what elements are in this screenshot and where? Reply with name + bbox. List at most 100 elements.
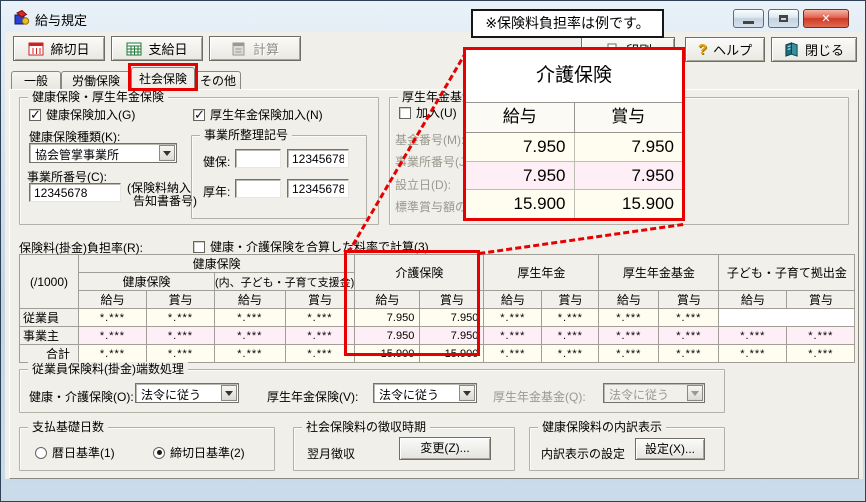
salary-header: 給与 <box>215 291 286 309</box>
kenpo-code-field[interactable] <box>235 149 281 168</box>
cell[interactable]: *.*** <box>79 309 147 327</box>
bonus-header: 賞与 <box>285 291 355 309</box>
calculate-button: 計算 <box>209 36 301 61</box>
cell[interactable]: 7.950 <box>355 309 420 327</box>
kenpo-number-field[interactable] <box>287 149 349 168</box>
cell[interactable]: *.*** <box>147 345 215 363</box>
cell[interactable]: *.*** <box>215 309 286 327</box>
cell[interactable]: *.*** <box>285 309 355 327</box>
insurance-type-select[interactable]: 協会管掌事業所 <box>29 143 177 163</box>
cell[interactable]: *.*** <box>79 327 147 345</box>
tab-other[interactable]: その他 <box>195 71 241 91</box>
cell[interactable]: *.*** <box>719 327 787 345</box>
breakdown-group-title: 健康保険料の内訳表示 <box>538 420 666 434</box>
fund-join-checkbox[interactable]: 加入(U) <box>399 104 457 121</box>
checkbox-box <box>399 107 411 119</box>
cutoff-date-button[interactable]: 締切日 <box>13 36 105 61</box>
cell[interactable]: *.*** <box>719 345 787 363</box>
cell[interactable]: *.*** <box>542 327 599 345</box>
zoom-table-title: 介護保険 <box>466 50 682 103</box>
zoom-cell: 7.950 <box>466 133 575 161</box>
close-button[interactable]: 閉じる <box>771 37 857 62</box>
radio-circle <box>153 447 165 459</box>
cell[interactable]: *.*** <box>484 309 542 327</box>
pension-join-checkbox[interactable]: 厚生年金保険加入(N) <box>193 106 323 123</box>
cell[interactable]: *.*** <box>79 345 147 363</box>
collection-value: 翌月徴収 <box>307 445 355 462</box>
kounen-code-field[interactable] <box>235 179 281 198</box>
rounding-health-select[interactable]: 法令に従う <box>135 383 239 403</box>
cell[interactable]: *.*** <box>215 327 286 345</box>
office-number-note-line1: (保険料納入 <box>127 181 191 195</box>
office-number-note: (保険料納入 告知書番号) <box>127 182 197 208</box>
rounding-pension-value: 法令に従う <box>379 386 439 403</box>
cell[interactable]: *.*** <box>484 327 542 345</box>
minimize-button[interactable] <box>733 9 764 28</box>
change-button[interactable]: 変更(Z)... <box>399 437 491 460</box>
rounding-health-value: 法令に従う <box>141 386 201 403</box>
cell[interactable]: 7.950 <box>420 309 484 327</box>
health-sub2-header: (内、子ども・子育て支援金) <box>215 273 355 291</box>
salary-header: 給与 <box>599 291 659 309</box>
combine-rate-checkbox[interactable]: 健康・介護保険を合算した料率で計算(3) <box>193 238 429 255</box>
cell[interactable]: 7.950 <box>355 327 420 345</box>
office-code-group: 事業所整理記号 <box>191 135 367 219</box>
cell[interactable]: 15.900 <box>420 345 484 363</box>
office-number-field[interactable] <box>29 183 121 202</box>
cutoff-basis-radio[interactable]: 締切日基準(2) <box>153 444 245 461</box>
zoom-cell: 7.950 <box>466 162 575 190</box>
help-button[interactable]: ? ヘルプ <box>685 37 765 62</box>
rounding-pension-select[interactable]: 法令に従う <box>373 383 477 403</box>
cell[interactable]: *.*** <box>659 327 719 345</box>
salary-header: 給与 <box>484 291 542 309</box>
calendar-basis-radio[interactable]: 暦日基準(1) <box>35 444 115 461</box>
cell[interactable]: *.*** <box>147 309 215 327</box>
chevron-down-icon[interactable] <box>459 385 475 401</box>
close-window-button[interactable]: ✕ <box>803 9 849 28</box>
care-header: 介護保険 <box>355 255 484 291</box>
fund-office-number-label: 事業所番号(J) <box>395 153 469 170</box>
cell[interactable]: *.*** <box>599 327 659 345</box>
cell[interactable]: 7.950 <box>420 327 484 345</box>
maximize-button[interactable] <box>768 9 799 28</box>
cell[interactable]: *.*** <box>599 345 659 363</box>
cell[interactable]: *.*** <box>659 345 719 363</box>
cell[interactable]: *.*** <box>285 345 355 363</box>
tab-general[interactable]: 一般 <box>11 71 61 91</box>
help-label: ヘルプ <box>713 40 752 59</box>
cell[interactable]: *.*** <box>542 345 599 363</box>
base-days-group-title: 支払基礎日数 <box>28 420 108 434</box>
cell[interactable]: *.*** <box>484 345 542 363</box>
cell[interactable]: *.*** <box>285 327 355 345</box>
settings-button[interactable]: 設定(X)... <box>635 438 705 460</box>
cell[interactable]: *.*** <box>215 345 286 363</box>
titlebar: 給与規定 ✕ <box>2 2 864 32</box>
zoom-row-employer: 7.950 7.950 <box>466 162 682 191</box>
cell[interactable]: *.*** <box>147 327 215 345</box>
fund-join-label: 加入(U) <box>416 104 457 121</box>
chevron-down-icon <box>687 385 703 401</box>
cell[interactable]: *.*** <box>787 327 855 345</box>
cell[interactable]: 15.900 <box>355 345 420 363</box>
payday-button[interactable]: 支給日 <box>111 36 203 61</box>
tab-strip: 一般 労働保険 社会保険 その他 <box>11 67 241 91</box>
rounding-group-title: 従業員保険料(掛金)端数処理 <box>28 362 188 376</box>
bonus-header: 賞与 <box>659 291 719 309</box>
zoom-row-total: 15.900 15.900 <box>466 190 682 218</box>
cell[interactable]: *.*** <box>542 309 599 327</box>
cell[interactable]: *.*** <box>659 309 719 327</box>
health-insurance-join-checkbox[interactable]: 健康保険加入(G) <box>29 106 135 123</box>
kenpo-label: 健保: <box>203 153 230 170</box>
rounding-fund-select: 法令に従う <box>603 383 705 403</box>
tab-labor-insurance[interactable]: 労働保険 <box>61 71 131 91</box>
bonus-header: 賞与 <box>420 291 484 309</box>
cell[interactable]: *.*** <box>787 345 855 363</box>
chevron-down-icon[interactable] <box>221 385 237 401</box>
cell[interactable]: *.*** <box>599 309 659 327</box>
table-row-employee: 従業員 *.*** *.*** *.*** *.*** 7.950 7.950 … <box>20 309 855 327</box>
kounen-number-field[interactable] <box>287 179 349 198</box>
payday-calendar-icon <box>126 41 142 57</box>
tab-social-insurance[interactable]: 社会保険 <box>131 67 195 91</box>
chevron-down-icon[interactable] <box>159 145 175 161</box>
fund-establish-date-label: 設立日(D): <box>395 176 451 193</box>
